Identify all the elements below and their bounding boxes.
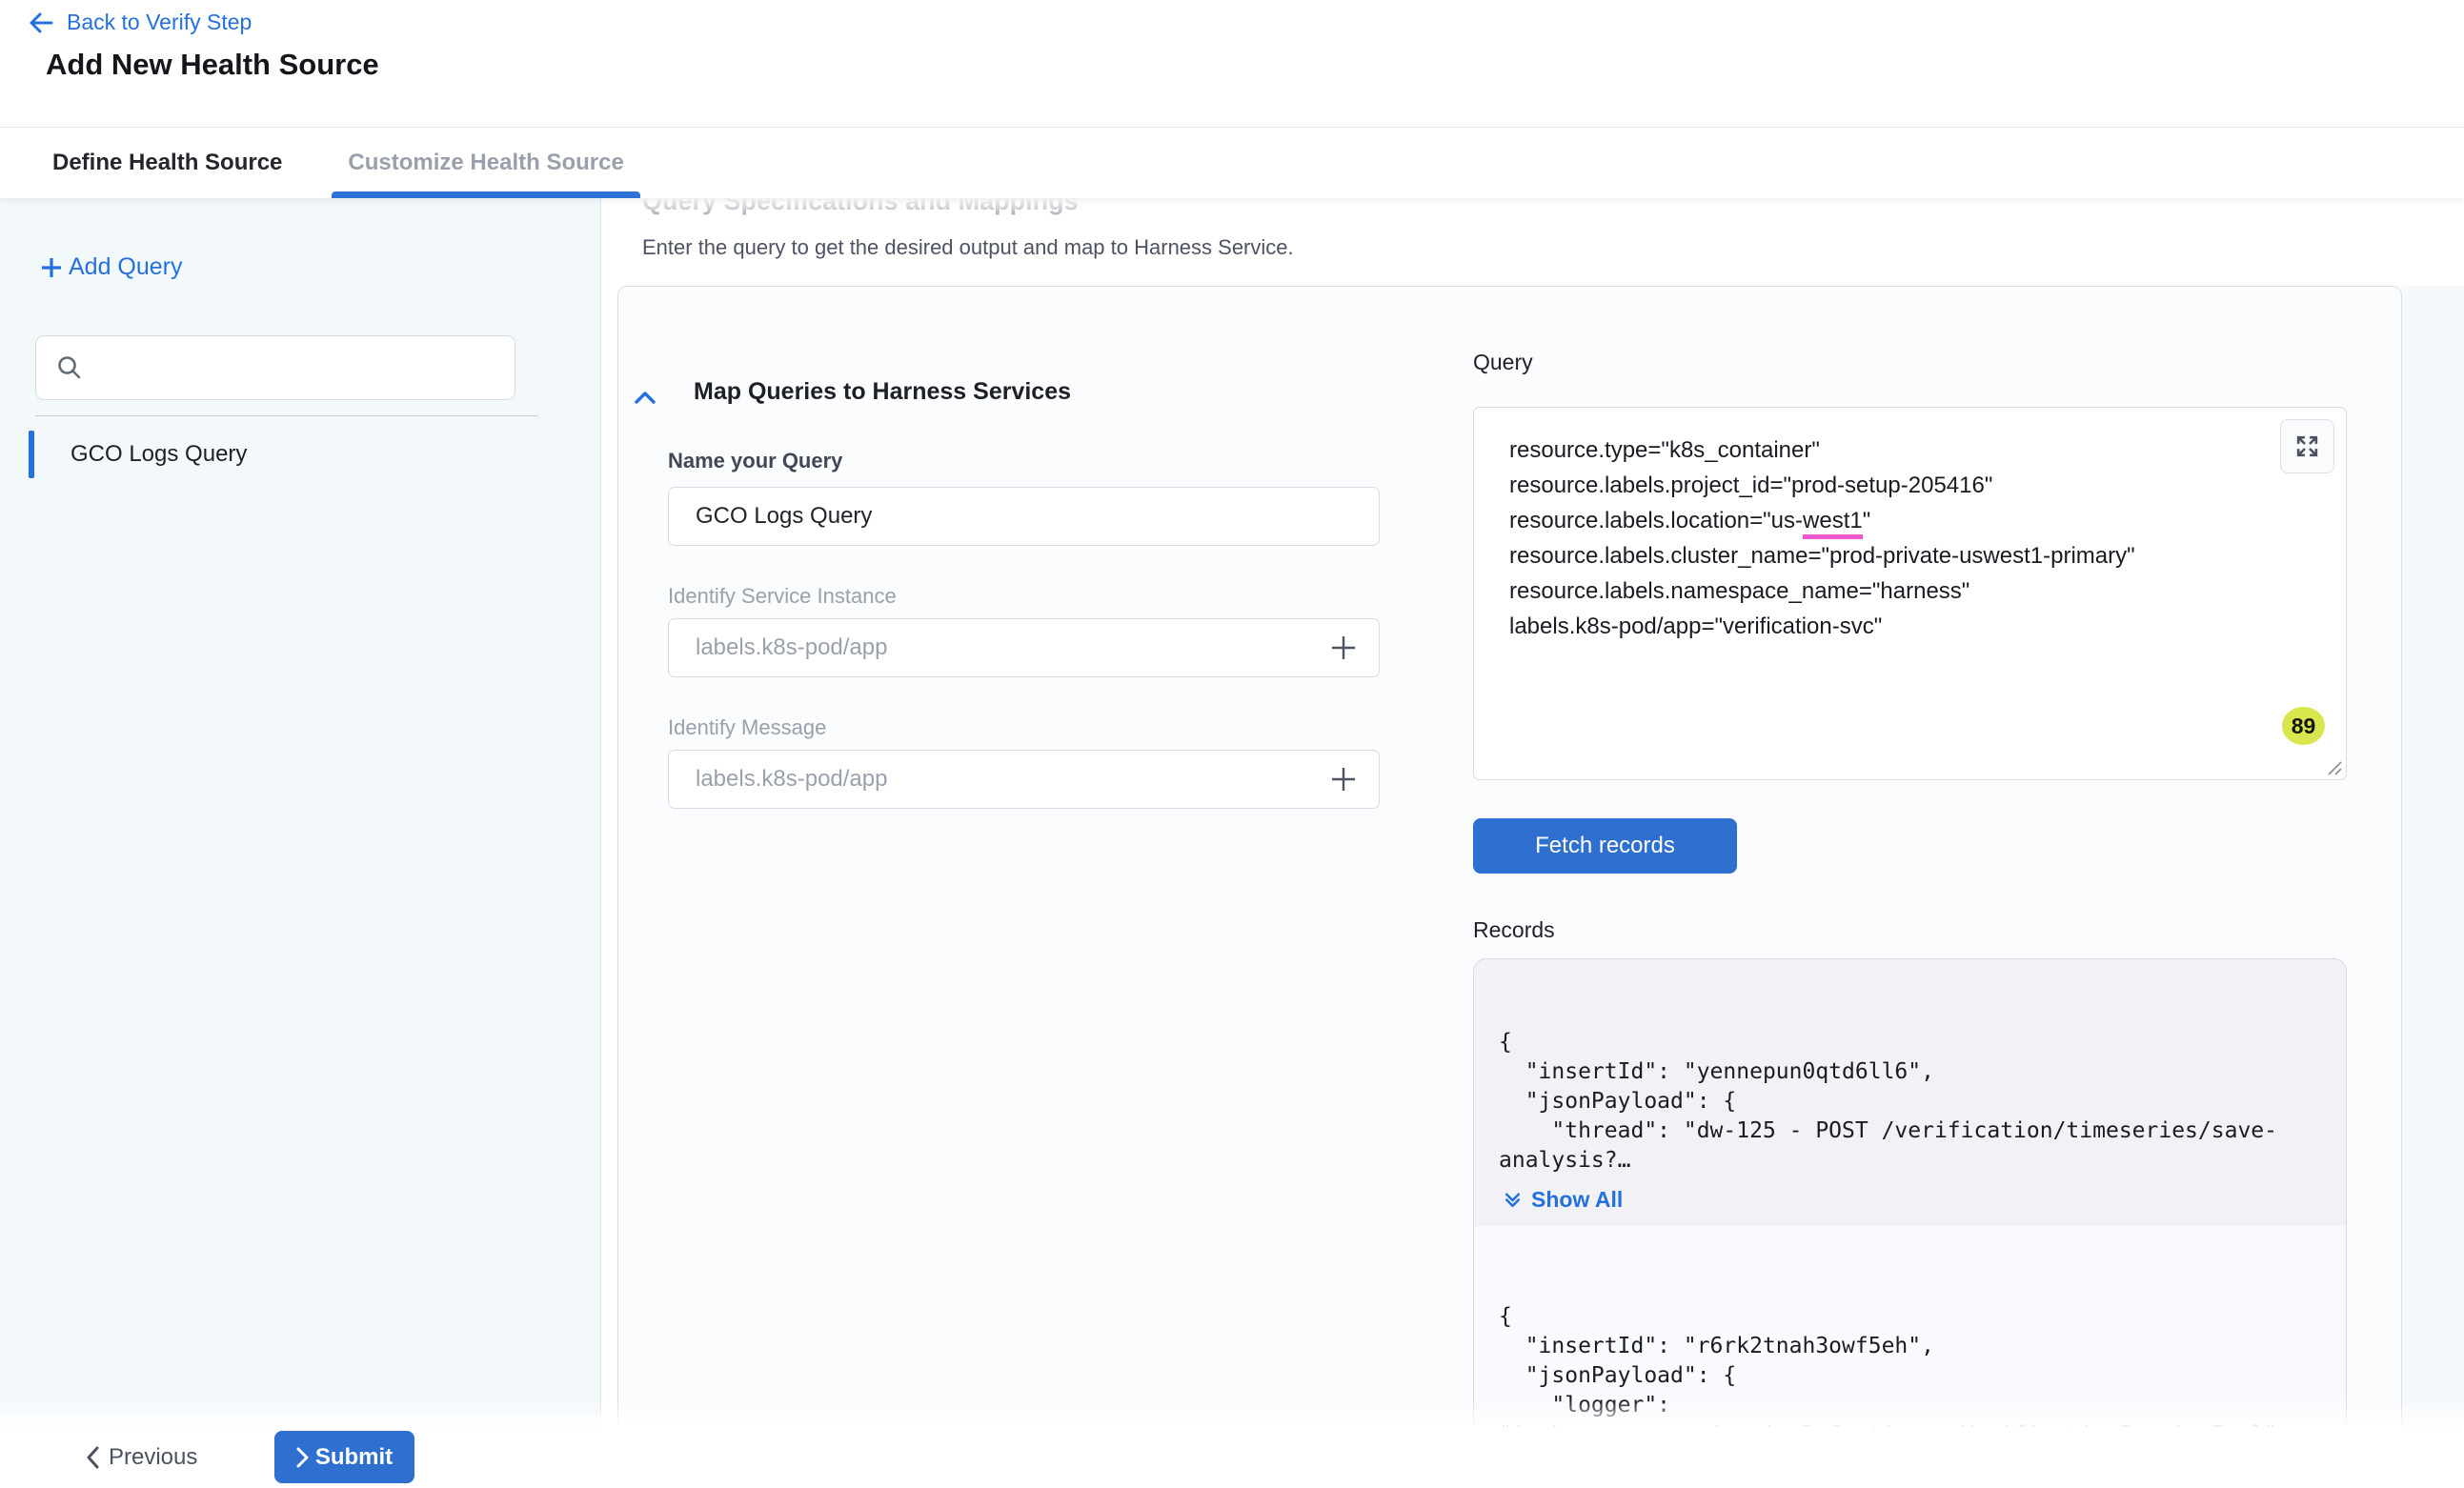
spellcheck-underline: west1	[1803, 508, 1863, 539]
section-subtitle: Enter the query to get the desired outpu…	[642, 235, 1294, 260]
resize-handle[interactable]	[2327, 760, 2343, 776]
add-query-button[interactable]: Add Query	[38, 253, 183, 281]
selected-indicator-bar	[29, 431, 34, 478]
records-label: Records	[1473, 917, 1555, 943]
chevron-right-icon	[296, 1447, 309, 1468]
sidebar-divider	[35, 415, 538, 416]
chevron-up-icon	[632, 387, 660, 410]
query-text: resource.type="k8s_container"resource.la…	[1474, 408, 2346, 644]
record-json-line: "logger":	[1499, 1391, 2327, 1420]
query-line: resource.labels.location="us-west1"	[1509, 503, 2260, 538]
back-link-label: Back to Verify Step	[67, 10, 252, 35]
show-all-label: Show All	[1531, 1187, 1623, 1213]
back-arrow-icon	[27, 10, 55, 35]
record-json-line: "insertId": "yennepun0qtd6ll6",	[1499, 1057, 2327, 1087]
right-margin-strip	[2402, 286, 2464, 1488]
expand-icon	[2294, 433, 2320, 459]
query-sidebar: Add Query GCO Logs Query	[0, 198, 601, 1488]
previous-button[interactable]: Previous	[86, 1427, 197, 1488]
footer-bar: Previous Submit	[0, 1427, 2464, 1488]
service-instance-input[interactable]: labels.k8s-pod/app	[668, 618, 1380, 677]
query-textarea[interactable]: resource.type="k8s_container"resource.la…	[1473, 407, 2347, 780]
page-header: Back to Verify Step Add New Health Sourc…	[0, 0, 2464, 127]
section-heading-clipped: Query Specifications and Mappings	[642, 198, 1079, 231]
identify-message-label: Identify Message	[668, 715, 826, 740]
back-to-verify-step-link[interactable]: Back to Verify Step	[27, 10, 252, 35]
plus-icon	[38, 254, 65, 281]
record-json: { "insertId": "yennepun0qtd6ll6", "jsonP…	[1499, 1028, 2327, 1176]
plus-icon[interactable]	[1329, 633, 1358, 662]
record-card: { "insertId": "yennepun0qtd6ll6", "jsonP…	[1474, 959, 2346, 1226]
map-queries-heading: Map Queries to Harness Services	[694, 378, 1071, 406]
page-title: Add New Health Source	[46, 48, 379, 82]
tab-define-health-source[interactable]: Define Health Source	[36, 128, 298, 198]
message-placeholder: labels.k8s-pod/app	[696, 766, 887, 793]
name-your-query-label: Name your Query	[668, 449, 842, 473]
query-mapping-card: Map Queries to Harness Services Name you…	[617, 286, 2402, 1488]
records-panel: { "insertId": "yennepun0qtd6ll6", "jsonP…	[1473, 958, 2347, 1488]
query-list: GCO Logs Query	[0, 427, 600, 482]
tab-customize-health-source[interactable]: Customize Health Source	[332, 128, 639, 198]
collapse-section-button[interactable]	[632, 384, 660, 412]
double-chevron-down-icon	[1503, 1190, 1523, 1210]
service-instance-placeholder: labels.k8s-pod/app	[696, 634, 887, 661]
show-all-link[interactable]: Show All	[1503, 1187, 1623, 1213]
record-json-line: analysis?…	[1499, 1146, 2327, 1176]
record-json-line: "jsonPayload": {	[1499, 1087, 2327, 1116]
query-line: resource.type="k8s_container"	[1509, 432, 2260, 468]
previous-label: Previous	[109, 1444, 197, 1471]
content-area: Add Query GCO Logs Query Query Specifica…	[0, 198, 2464, 1488]
plus-icon[interactable]	[1329, 765, 1358, 794]
query-label: Query	[1473, 350, 1533, 375]
query-line: resource.labels.namespace_name="harness"	[1509, 573, 2260, 609]
search-icon	[55, 353, 84, 382]
query-name-input[interactable]	[668, 487, 1380, 546]
query-line: resource.labels.cluster_name="prod-priva…	[1509, 538, 2260, 573]
query-line: labels.k8s-pod/app="verification-svc"	[1509, 609, 2260, 644]
record-json-line: {	[1499, 1302, 2327, 1332]
main-panel: Query Specifications and Mappings Enter …	[601, 198, 2464, 1488]
record-card: { "insertId": "r6rk2tnah3owf5eh", "jsonP…	[1474, 1226, 2346, 1450]
message-input[interactable]: labels.k8s-pod/app	[668, 750, 1380, 809]
query-search-input[interactable]	[95, 355, 515, 381]
chevron-left-icon	[86, 1446, 99, 1469]
record-json-line: "jsonPayload": {	[1499, 1361, 2327, 1391]
submit-label: Submit	[315, 1444, 393, 1471]
expand-query-button[interactable]	[2280, 419, 2334, 473]
record-json-line: {	[1499, 1028, 2327, 1057]
query-item-label: GCO Logs Query	[71, 441, 247, 468]
query-search-box	[35, 335, 515, 400]
wizard-tab-bar: Define Health Source Customize Health So…	[0, 127, 2464, 198]
char-count-badge: 89	[2282, 707, 2325, 745]
query-line: resource.labels.project_id="prod-setup-2…	[1509, 468, 2260, 503]
fetch-records-button[interactable]: Fetch records	[1473, 818, 1737, 874]
sidebar-query-item[interactable]: GCO Logs Query	[0, 427, 600, 482]
record-json-line: "insertId": "r6rk2tnah3owf5eh",	[1499, 1332, 2327, 1361]
add-query-label: Add Query	[69, 253, 183, 281]
identify-service-instance-label: Identify Service Instance	[668, 584, 897, 609]
add-health-source-screen: Back to Verify Step Add New Health Sourc…	[0, 0, 2464, 1488]
record-json-line: "thread": "dw-125 - POST /verification/t…	[1499, 1116, 2327, 1146]
submit-button[interactable]: Submit	[274, 1431, 414, 1483]
